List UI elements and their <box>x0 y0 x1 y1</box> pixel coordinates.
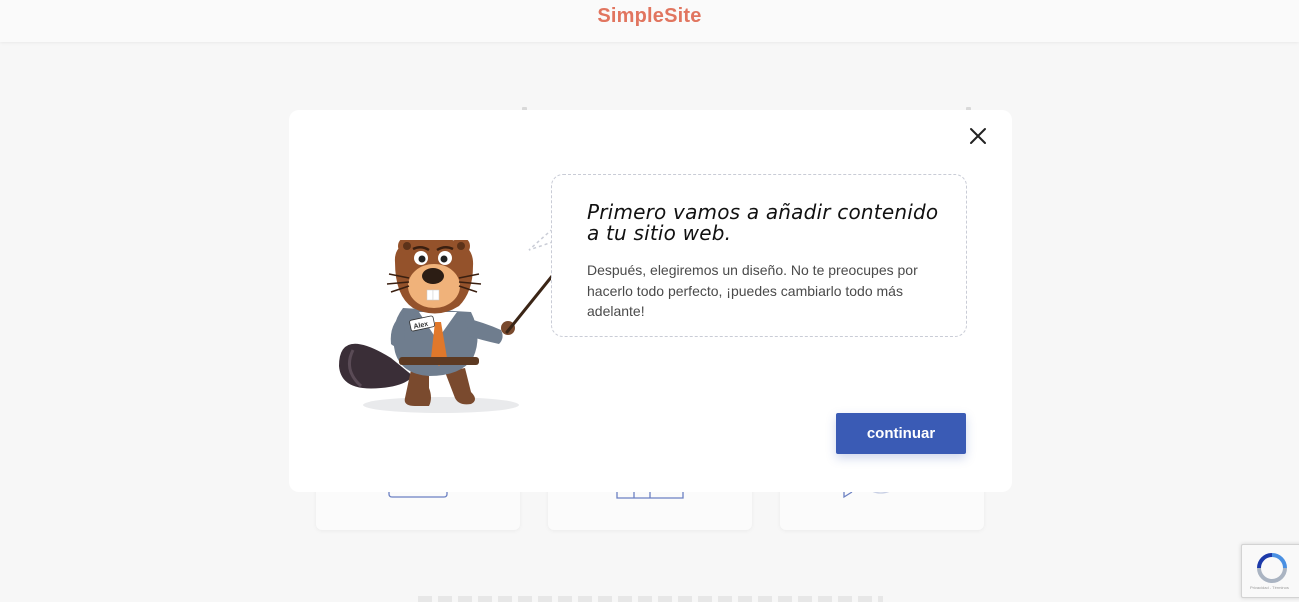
background-text <box>418 596 883 602</box>
site-logo[interactable]: SimpleSite <box>597 5 701 28</box>
recaptcha-badge[interactable]: Privacidad - Términos <box>1241 544 1299 598</box>
close-button[interactable] <box>967 125 989 147</box>
recaptcha-icon <box>1257 553 1287 583</box>
beaver-mascot-illustration: Alex <box>339 240 567 413</box>
recaptcha-legal-text[interactable]: Privacidad - Términos <box>1250 585 1289 590</box>
modal-title: Primero vamos a añadir contenido a tu si… <box>587 200 939 245</box>
onboarding-modal: Alex Primero vamos a añadir contenido a … <box>289 110 1012 492</box>
continue-button[interactable]: continuar <box>836 413 966 454</box>
speech-bubble: Primero vamos a añadir contenido a tu si… <box>551 174 967 337</box>
top-bar: SimpleSite <box>0 0 1299 42</box>
close-icon[interactable] <box>967 125 989 147</box>
modal-description: Después, elegiremos un diseño. No te pre… <box>587 262 918 319</box>
